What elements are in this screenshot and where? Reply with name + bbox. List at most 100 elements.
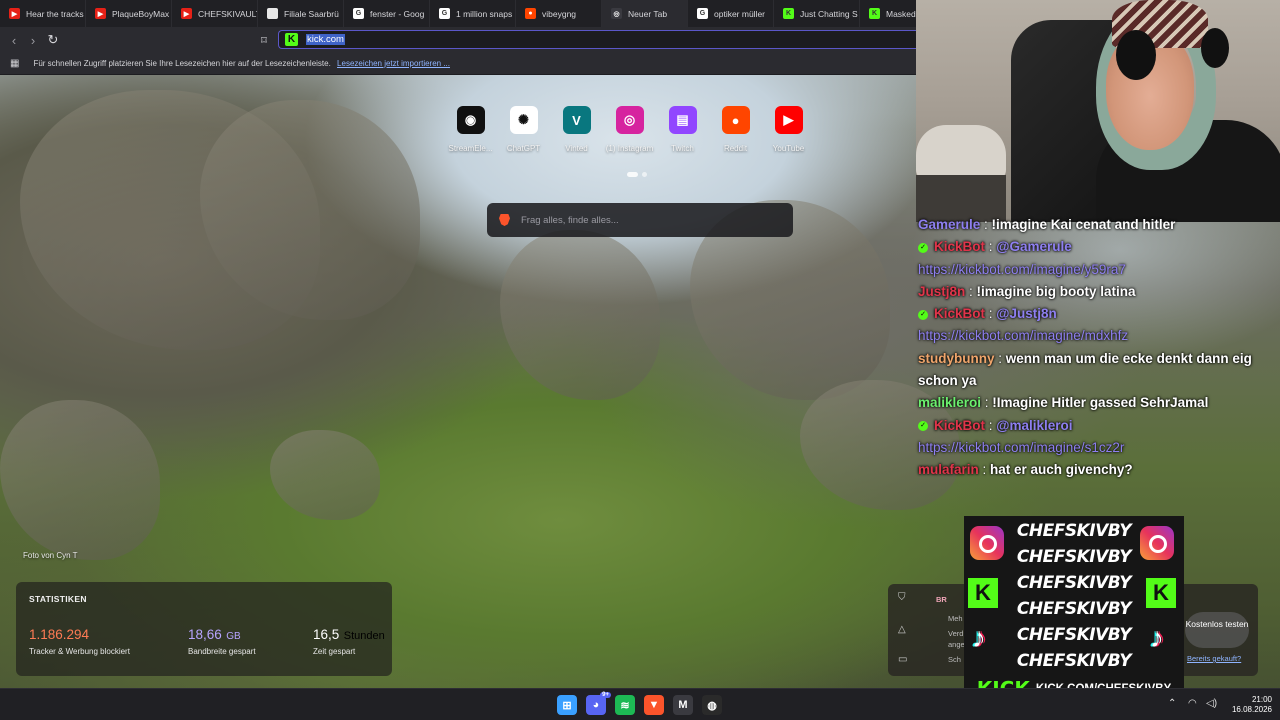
back-icon[interactable]: ‹ [6, 32, 22, 48]
chat-text: !Imagine Hitler gassed SehrJamal [992, 395, 1209, 411]
chat-username[interactable]: mulafarin [918, 462, 979, 477]
social-banner: CHEFSKIVBY CHEFSKIVBY CHEFSKIVBY CHEFSKI… [964, 516, 1184, 706]
tab-label: CHEFSKIVAULT [198, 8, 258, 19]
stat-trackers: 1.186.294 Tracker & Werbung blockiert [29, 626, 130, 656]
browser-tab[interactable]: K Just Chatting S [774, 0, 860, 27]
shortcut-label: ChatGPT [506, 144, 541, 153]
windows-start-icon[interactable]: ⊞ [557, 695, 577, 715]
tab-favicon-icon: ▶ [9, 8, 20, 19]
browser-tab[interactable]: ▶ PlaqueBoyMax [86, 0, 172, 27]
shortcut-tile[interactable]: ◎ (1) Instagram [606, 106, 653, 153]
bookmark-icon[interactable]: ⌑ [256, 32, 272, 48]
tab-strip: ▶ Hear the tracks ▶ PlaqueBoyMax ▶ CHEFSKIVAU… [0, 0, 916, 27]
browser-tab[interactable]: Filiale Saarbrü [258, 0, 344, 27]
tab-label: Filiale Saarbrü [284, 8, 339, 19]
spotify-icon[interactable]: ≋ [615, 695, 635, 715]
tab-label: optiker müller [714, 8, 766, 19]
chat-link[interactable]: https://kickbot.com/imagine/s1cz2r [918, 440, 1124, 455]
apps-grid-icon[interactable]: ▦ [10, 58, 19, 69]
panel-line: Sch [948, 655, 961, 664]
tab-favicon-icon: ▶ [181, 8, 192, 19]
chat-username[interactable]: KickBot [934, 239, 985, 254]
streamelements-icon: ◉ [456, 106, 485, 134]
shortcut-tile[interactable]: ▶ YouTube [770, 106, 807, 153]
tab-label: vibeygng [542, 8, 577, 19]
wifi-icon[interactable]: ◠ [1188, 698, 1197, 709]
chat-message: mulafarin : hat er auch givenchy? [918, 462, 1133, 478]
volume-icon[interactable]: ◁) [1206, 698, 1217, 709]
gmail-icon[interactable]: M [673, 695, 693, 715]
chat-username[interactable]: studybunny [918, 351, 995, 366]
stat-unit: GB [226, 631, 241, 642]
tab-label: Neuer Tab [628, 8, 668, 19]
clock-date: 16.08.2026 [1231, 705, 1272, 714]
clock[interactable]: 21:00 16.08.2026 [1224, 695, 1272, 715]
tab-favicon-icon: G [353, 8, 364, 19]
chat-username[interactable]: Gamerule [918, 217, 980, 232]
browser-tab[interactable]: Gfenster - Goog [344, 0, 430, 27]
shortcut-tile[interactable]: V Vinted [558, 106, 595, 153]
tab-label: Just Chatting S [800, 8, 858, 19]
chat-username[interactable]: Justj8n [918, 284, 965, 299]
already-bought-link[interactable]: Bereits gekauft? [1187, 654, 1241, 663]
browser-tab[interactable]: K Masked [860, 0, 916, 27]
chat-text: @malikleroi [996, 417, 1073, 433]
chat-text: @Justj8n [996, 306, 1057, 322]
import-bookmarks-link[interactable]: Lesezeichen jetzt importieren ... [337, 59, 450, 68]
bookmark-hint: Für schnellen Zugriff platzieren Sie Ihr… [33, 58, 331, 68]
chevron-up-icon[interactable]: ⌃ [1168, 698, 1176, 709]
instagram-icon: ◎ [615, 106, 644, 134]
warning-icon[interactable]: △ [898, 624, 910, 636]
reload-icon[interactable]: ↻ [45, 32, 61, 48]
browser-tab[interactable]: G 1 million snaps [430, 0, 516, 27]
tab-label: fenster - Goog [370, 8, 425, 19]
stat-value: 1.186.294 [29, 627, 90, 642]
chat-overlay: Gamerule : !imagine Kai cenat and hitler… [918, 214, 1280, 482]
chat-message: Gamerule : !imagine Kai cenat and hitler [918, 217, 1176, 232]
chat-message: ✓ KickBot : @Justj8n https://kickbot.com/i… [918, 306, 1129, 344]
browser-tab[interactable]: Goptiker müller [688, 0, 774, 27]
chat-username[interactable]: malikleroi [918, 395, 981, 410]
shortcut-label: (1) Instagram [605, 144, 654, 153]
panel-title: BR [936, 595, 947, 604]
browser-tab[interactable]: ◎ Neuer Tab [602, 0, 688, 27]
tab-label: Masked [886, 8, 916, 19]
shortcut-tile[interactable]: ● Reddit [717, 106, 754, 153]
url-field[interactable]: K kick.com [278, 30, 916, 49]
page-dots[interactable] [627, 172, 647, 177]
chat-link[interactable]: https://kickbot.com/imagine/mdxhfz [918, 328, 1128, 343]
shortcut-tile[interactable]: ▤ Twitch [664, 106, 701, 153]
chat-message: malikleroi : !Imagine Hitler gassed Sehr… [918, 395, 1209, 411]
stat-label: Bandbreite gespart [188, 647, 256, 656]
shortcut-label: Twitch [671, 144, 694, 153]
browser-tab[interactable]: ● vibeygng [516, 0, 602, 27]
discord-icon[interactable]: ◕ 9+ [586, 692, 611, 715]
url-text[interactable]: kick.com [306, 34, 345, 45]
tab-favicon-icon: ▶ [95, 8, 106, 19]
notification-badge: 9+ [600, 692, 611, 698]
shortcut-label: YouTube [772, 144, 805, 153]
chat-link[interactable]: https://kickbot.com/imagine/y59ra7 [918, 262, 1126, 277]
shield-icon[interactable]: ⛉ [898, 592, 910, 604]
shortcut-tile[interactable]: ◉ StreamEle... [449, 106, 493, 153]
wallet-icon[interactable]: ▭ [898, 654, 910, 666]
chat-message: ✓ KickBot : @Gamerule https://kickbot.com/… [918, 239, 1126, 277]
chat-text: hat er auch givenchy? [990, 462, 1133, 478]
forward-icon[interactable]: › [25, 32, 41, 48]
search-input[interactable]: Frag alles, finde alles... [521, 215, 619, 226]
shortcut-label: Reddit [723, 144, 748, 153]
try-free-button[interactable]: Kostenlos testen [1185, 612, 1249, 648]
search-box[interactable]: Frag alles, finde alles... [487, 203, 793, 237]
browser-tab[interactable]: ▶ Hear the tracks [0, 0, 86, 27]
chat-username[interactable]: KickBot [934, 306, 985, 321]
obs-icon[interactable]: ◍ [702, 695, 722, 715]
address-bar-row: ‹ › ↻ ⌑ K kick.com [0, 27, 916, 52]
browser-tab[interactable]: ▶ CHEFSKIVAULT [172, 0, 258, 27]
bookmark-bar: ▦ Für schnellen Zugriff platzieren Sie I… [0, 52, 916, 75]
shortcut-tile[interactable]: ✺ ChatGPT [505, 106, 542, 153]
shortcut-label: StreamEle... [448, 144, 493, 153]
brave-icon[interactable]: ▼ [644, 695, 664, 715]
chat-username[interactable]: KickBot [934, 418, 985, 433]
clock-time: 21:00 [1251, 695, 1272, 704]
photo-credit[interactable]: Foto von Cyn T [23, 551, 78, 560]
